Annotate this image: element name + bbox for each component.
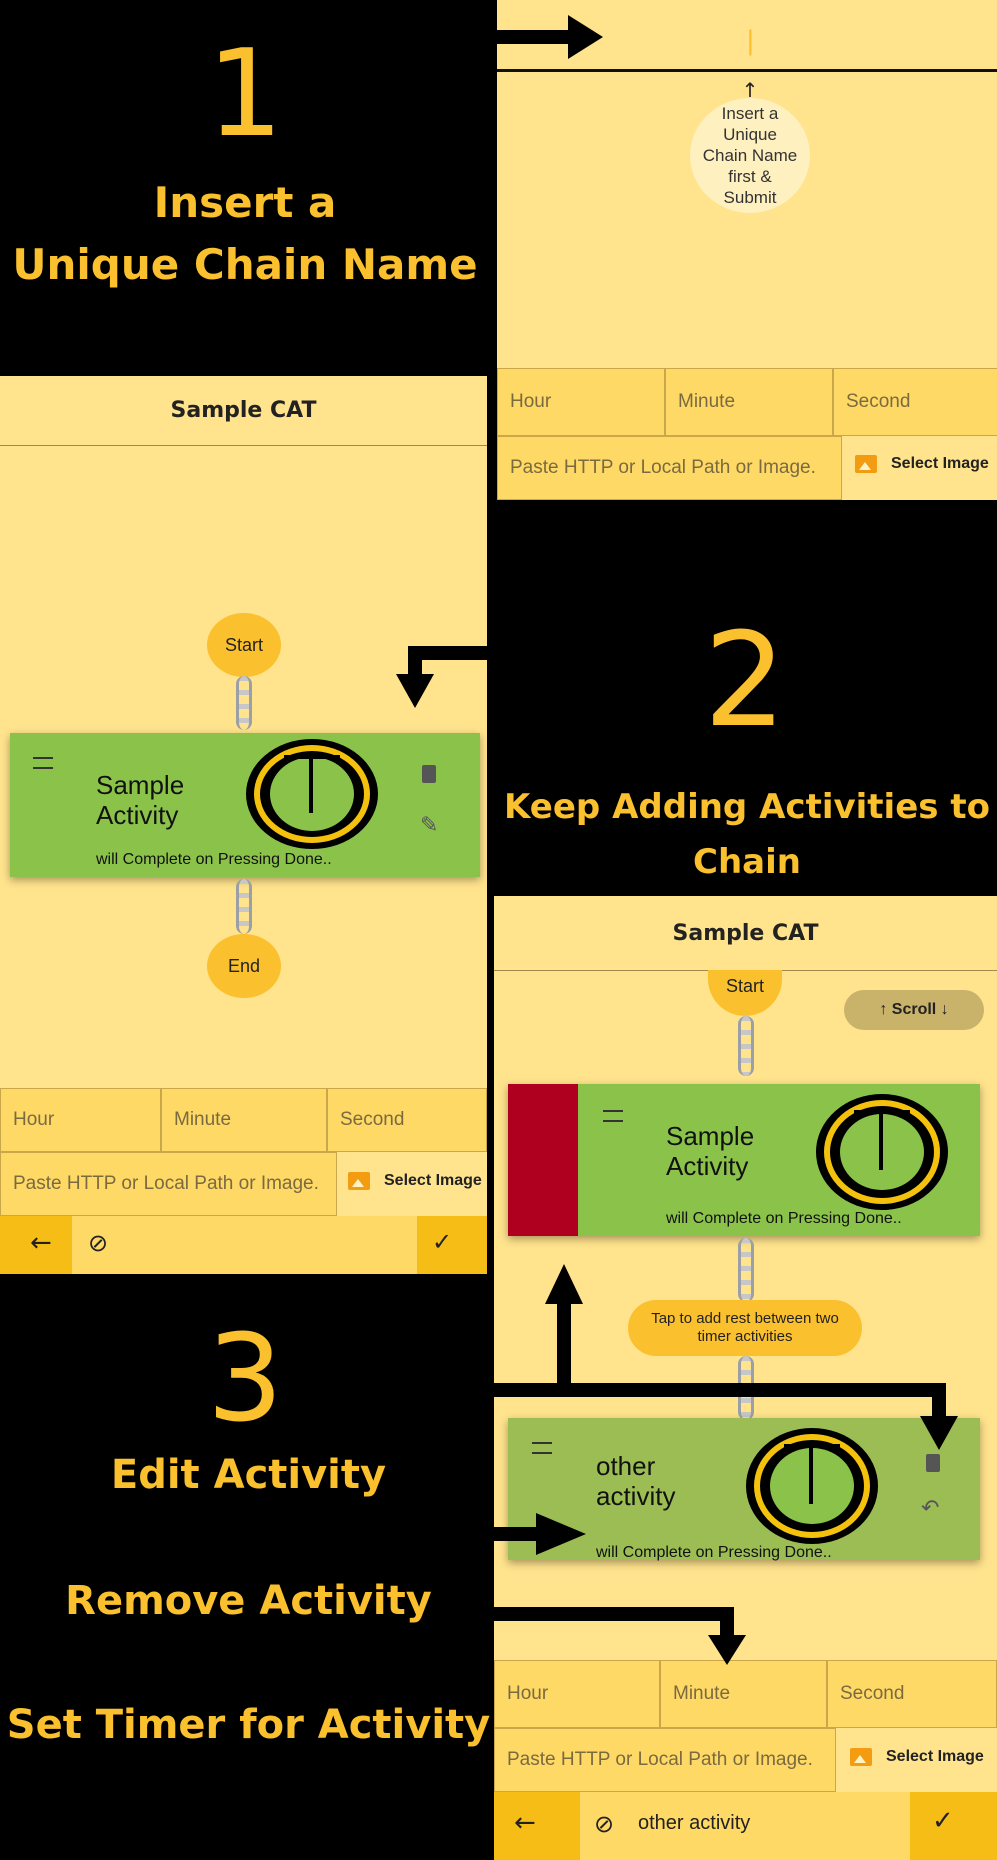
drag-handle-icon[interactable] — [603, 1110, 623, 1122]
hour-input[interactable]: Hour — [0, 1088, 161, 1152]
drag-handle-icon[interactable] — [33, 757, 53, 769]
arrow-head-right — [568, 15, 603, 59]
arrow-connector — [494, 1527, 539, 1541]
step-2-title-line2: Chain — [693, 842, 801, 882]
chain-name-hint: Insert a Unique Chain Name first & Submi… — [690, 98, 810, 213]
select-image-button[interactable]: Select Image — [855, 455, 989, 473]
activity-logo — [746, 1428, 878, 1544]
step-1-title-line1: Insert a — [153, 178, 337, 227]
done-icon[interactable]: ✓ — [932, 1806, 954, 1836]
activity-logo — [246, 739, 378, 849]
step-3-number: 3 — [206, 1310, 284, 1449]
arrow-connector — [557, 1300, 571, 1390]
activity-subtitle: will Complete on Pressing Done.. — [666, 1210, 902, 1227]
arrow-up-icon: ↑ — [741, 78, 759, 102]
activity-name-value: other activity — [638, 1812, 751, 1834]
scroll-button[interactable]: ↑ Scroll ↓ — [844, 990, 984, 1030]
step-1-number: 1 — [206, 25, 284, 164]
start-node[interactable]: Start — [708, 970, 782, 1016]
chain-link — [236, 879, 252, 934]
step-3-edit: Edit Activity — [110, 1452, 387, 1498]
arrow-connector — [932, 1383, 946, 1419]
arrow-connector — [408, 646, 422, 676]
back-icon[interactable]: ← — [514, 1808, 536, 1838]
back-icon[interactable]: ← — [30, 1228, 52, 1258]
select-image-button[interactable]: Select Image — [850, 1748, 984, 1766]
second-input[interactable]: Second — [327, 1088, 487, 1152]
scroll-label: Scroll — [891, 1001, 937, 1018]
activity-title: Sample Activity — [96, 770, 185, 830]
second-input[interactable]: Second — [827, 1660, 997, 1728]
delete-icon[interactable] — [926, 1454, 940, 1472]
minute-input[interactable]: Minute — [665, 368, 833, 436]
undo-icon[interactable]: ↶ — [921, 1496, 939, 1521]
activity-subtitle: will Complete on Pressing Done.. — [96, 851, 332, 868]
select-image-label: Select Image — [891, 455, 989, 472]
arrow-head-right — [536, 1513, 586, 1555]
chain-link — [738, 1016, 754, 1076]
bottom-toolbar: ← ⊘ other activity ✓ — [494, 1792, 997, 1860]
chain-link — [738, 1238, 754, 1302]
second-input[interactable]: Second — [833, 368, 997, 436]
start-node[interactable]: Start — [207, 613, 281, 677]
page-title: Sample CAT — [494, 896, 997, 971]
select-image-button[interactable]: Select Image — [348, 1172, 482, 1190]
arrow-head-down — [920, 1416, 958, 1450]
activity-subtitle: will Complete on Pressing Done.. — [596, 1544, 832, 1561]
select-image-label: Select Image — [384, 1172, 482, 1189]
done-add-icon[interactable]: ✓ — [432, 1228, 452, 1256]
arrow-down-icon: ↓ — [936, 1001, 949, 1018]
step-1-title-line2: Unique Chain Name — [12, 240, 478, 289]
arrow-head-down — [396, 674, 434, 708]
bottom-toolbar: ← ⊘ ✓ — [0, 1216, 487, 1274]
page-title: Sample CAT — [0, 376, 487, 446]
activity-logo — [816, 1094, 948, 1210]
arrow-up-icon: ↑ — [879, 1001, 892, 1018]
arrow-connector — [720, 1607, 734, 1637]
image-path-input[interactable]: Paste HTTP or Local Path or Image. — [0, 1152, 337, 1216]
hour-input[interactable]: Hour — [494, 1660, 660, 1728]
image-icon — [348, 1172, 370, 1190]
add-rest-hint[interactable]: Tap to add rest between two timer activi… — [628, 1300, 862, 1356]
text-cursor: | — [746, 26, 755, 56]
image-icon — [850, 1748, 872, 1766]
step-1-title: Insert a Unique Chain Name — [0, 172, 490, 296]
delete-icon[interactable] — [422, 765, 436, 783]
delete-swipe-area[interactable] — [508, 1084, 578, 1236]
image-path-input[interactable]: Paste HTTP or Local Path or Image. — [497, 436, 842, 500]
drag-handle-icon[interactable] — [532, 1442, 552, 1454]
arrow-connector — [494, 1607, 734, 1621]
minute-input[interactable]: Minute — [660, 1660, 827, 1728]
hour-input[interactable]: Hour — [497, 368, 665, 436]
image-path-input[interactable]: Paste HTTP or Local Path or Image. — [494, 1728, 836, 1792]
chain-link — [236, 676, 252, 730]
step-2-title: Keep Adding Activities to Chain — [497, 780, 997, 890]
arrow-head-down — [708, 1635, 746, 1665]
timer-off-icon[interactable]: ⊘ — [72, 1216, 417, 1274]
activity-title: Sample Activity — [666, 1121, 755, 1181]
activity-name-field[interactable]: ⊘ other activity — [580, 1792, 910, 1860]
edit-icon[interactable]: ✎ — [420, 813, 438, 838]
activity-card-1[interactable]: Sample Activity will Complete on Pressin… — [508, 1084, 980, 1236]
step-3-remove: Remove Activity — [65, 1578, 432, 1624]
panel-insert-chain: | ↑ Insert a Unique Chain Name first & S… — [497, 0, 997, 500]
timer-off-icon[interactable]: ⊘ — [594, 1810, 614, 1838]
arrow-to-input — [497, 30, 572, 44]
panel-sample-chain: Sample CAT Start Sample Activity ✎ will … — [0, 376, 487, 1274]
step-3-timer: Set Timer for Activity — [6, 1702, 491, 1748]
activity-card[interactable]: Sample Activity ✎ will Complete on Press… — [10, 733, 480, 877]
select-image-label: Select Image — [886, 1748, 984, 1765]
arrow-head-up — [545, 1264, 583, 1304]
step-2-title-line1: Keep Adding Activities to — [504, 787, 990, 827]
activity-title: other activity — [596, 1451, 676, 1511]
minute-input[interactable]: Minute — [161, 1088, 327, 1152]
end-node[interactable]: End — [207, 934, 281, 998]
image-icon — [855, 455, 877, 473]
step-2-number: 2 — [703, 604, 787, 756]
